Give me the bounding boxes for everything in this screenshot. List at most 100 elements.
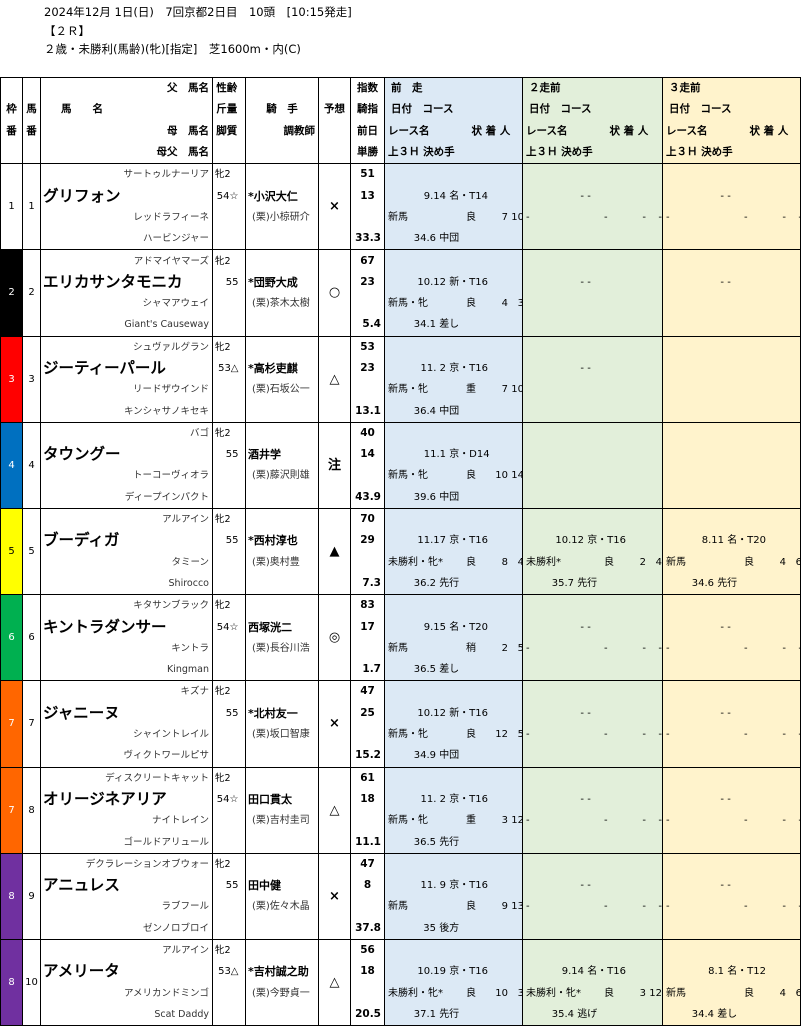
prev-course: - <box>587 707 591 719</box>
horse-row: 8 10 アルアイン 牝2 △ 56 <box>0 938 801 1026</box>
jockey-name[interactable]: 西塚洸二 <box>245 616 319 638</box>
prev-course: - <box>587 793 591 805</box>
header-prev3-date: 日付 コース <box>662 99 801 121</box>
dam-name: アメリカンドミンゴ <box>40 982 213 1004</box>
trainer-name[interactable]: (栗)石坂公一 <box>245 379 319 401</box>
prev-track-condition: - <box>604 642 608 654</box>
prev1-cell <box>384 507 523 531</box>
jockey-name[interactable]: *西村淳也 <box>245 530 319 552</box>
blank <box>212 745 241 768</box>
waku-cell: 2 <box>0 249 23 337</box>
horse-name[interactable]: オリージネアリア <box>40 788 213 811</box>
prev-course: 名・T16 <box>587 966 627 978</box>
trainer-name[interactable]: (栗)佐々木晶 <box>245 896 319 918</box>
trainer-name[interactable]: (栗)坂口智康 <box>245 723 319 746</box>
blank <box>245 680 319 703</box>
prev-finish: - <box>642 211 646 223</box>
race-number: 【２Ｒ】 <box>44 24 90 38</box>
prev1-cell <box>384 852 523 875</box>
horse-name[interactable]: グリフォン <box>40 185 213 207</box>
horse-name[interactable]: タウングー <box>40 444 213 466</box>
prev-popularity: - <box>786 725 799 744</box>
prev3-cell <box>662 659 801 682</box>
prev-race-name: 新馬・牝 <box>388 470 428 482</box>
dam-name: タミーン <box>40 551 213 573</box>
prev1-cell: 新馬・牝 良 1014 <box>384 465 523 487</box>
prev-finish: 7 <box>501 384 508 396</box>
prev2-cell: - - <box>522 788 663 811</box>
jockey-name[interactable]: 酒井学 <box>245 444 319 466</box>
header-uma-4 <box>22 141 41 165</box>
prev2-cell <box>522 379 663 401</box>
trainer-name[interactable]: (栗)長谷川浩 <box>245 637 319 660</box>
horse-row: アメリカンドミンゴ(栗)今野貞一未勝利・牝*良103未勝利・牝*良312新馬良4… <box>1 982 801 1004</box>
jockey-name[interactable]: 田口貫太 <box>245 788 319 811</box>
jockey-name[interactable]: 田中健 <box>245 874 319 897</box>
trainer-name[interactable]: (栗)奥村豊 <box>245 551 319 573</box>
prev-popularity: 5 <box>508 725 522 744</box>
horse-name[interactable]: アニュレス <box>40 874 213 897</box>
prev3-cell: 新馬 良 46 <box>662 982 801 1004</box>
sire-name: デクラレーションオブウォー <box>40 852 213 875</box>
prev2-cell <box>522 659 663 682</box>
jockey-name[interactable]: *高杉吏麒 <box>245 357 319 380</box>
trainer-name[interactable]: (栗)藤沢則雄 <box>245 465 319 487</box>
prev-race-name: 新馬 <box>388 642 408 654</box>
blank <box>245 249 319 272</box>
carried-weight: 55 <box>212 874 241 897</box>
horse-name[interactable]: ブーディガ <box>40 530 213 552</box>
trainer-name[interactable]: (栗)吉村圭司 <box>245 810 319 832</box>
prev-date: 11.1 <box>423 449 446 461</box>
prev3-cell: - - <box>662 702 801 724</box>
horse-row: ジーティーパール 53△ *高杉吏麒 23 11. 2 京・T16- - <box>1 357 801 380</box>
prev2-cell: 35.4 逃げ <box>522 1003 663 1026</box>
prev-date: 10.12 <box>417 276 446 288</box>
horse-name[interactable]: キントラダンサー <box>40 616 213 638</box>
horse-row: アメリータ 53△ *吉村誠之助 18 10.19 京・T16 9.14 名・T16 8.1… <box>1 961 801 983</box>
horse-row: ラブフール(栗)佐々木晶新馬良913-------- <box>1 896 801 918</box>
prev1-cell: 9.14 名・T14 <box>384 185 523 207</box>
damsire-name: Kingman <box>40 659 213 682</box>
speed-index: 61 <box>350 766 385 789</box>
prev-date: - <box>720 793 724 805</box>
win-odds: 7.3 <box>350 572 385 596</box>
carried-weight: 55 <box>212 530 241 552</box>
trainer-name[interactable]: (栗)今野貞一 <box>245 982 319 1004</box>
prev-date: - <box>720 190 724 202</box>
horse-name[interactable]: ジャニーヌ <box>40 702 213 724</box>
prev-running-style: 中団 <box>439 405 460 417</box>
prev-finish: 10 <box>495 470 508 482</box>
sire-name: アドマイヤマーズ <box>40 249 213 272</box>
blank <box>350 379 385 401</box>
horse-name[interactable]: ジーティーパール <box>40 357 213 380</box>
prev-running-style: 先行 <box>717 577 738 589</box>
blank <box>350 292 385 315</box>
trainer-name[interactable]: (栗)茶木太樹 <box>245 292 319 315</box>
prev-finish: 4 <box>779 556 786 568</box>
jockey-name[interactable]: *団野大成 <box>245 271 319 293</box>
prev-track-condition: 良 <box>604 987 614 999</box>
horse-row: ゴールドアリュール 11.1 36.5 先行 <box>1 831 801 854</box>
prev-date: - <box>720 621 724 633</box>
header-trainer: 調教師 <box>245 120 319 142</box>
prev1-cell <box>384 938 523 962</box>
jockey-index: 8 <box>350 874 385 897</box>
horse-number: 1 <box>22 163 41 251</box>
header-jockey-top <box>245 77 319 100</box>
prev-track-condition: 良 <box>466 211 476 223</box>
horse-row: ジャニーヌ 55 *北村友一 25 10.12 新・T16- -- - <box>1 702 801 724</box>
horse-name[interactable]: エリカサンタモニカ <box>40 271 213 293</box>
prev-course: 名・T14 <box>449 190 489 202</box>
horse-row: ハービンジャー 33.3 34.6 中団 <box>1 228 801 251</box>
prev-course: 新・T16 <box>449 276 489 288</box>
prev-track-condition: 良 <box>466 901 476 913</box>
trainer-name[interactable]: (栗)小椋研介 <box>245 206 319 229</box>
jockey-name[interactable]: *北村友一 <box>245 702 319 724</box>
blank <box>212 486 241 509</box>
prev-course: 京・T16 <box>449 880 489 892</box>
blank <box>350 723 385 746</box>
prev1-cell <box>384 249 523 272</box>
jockey-name[interactable]: *吉村誠之助 <box>245 961 319 983</box>
jockey-name[interactable]: *小沢大仁 <box>245 185 319 207</box>
horse-name[interactable]: アメリータ <box>40 961 213 983</box>
